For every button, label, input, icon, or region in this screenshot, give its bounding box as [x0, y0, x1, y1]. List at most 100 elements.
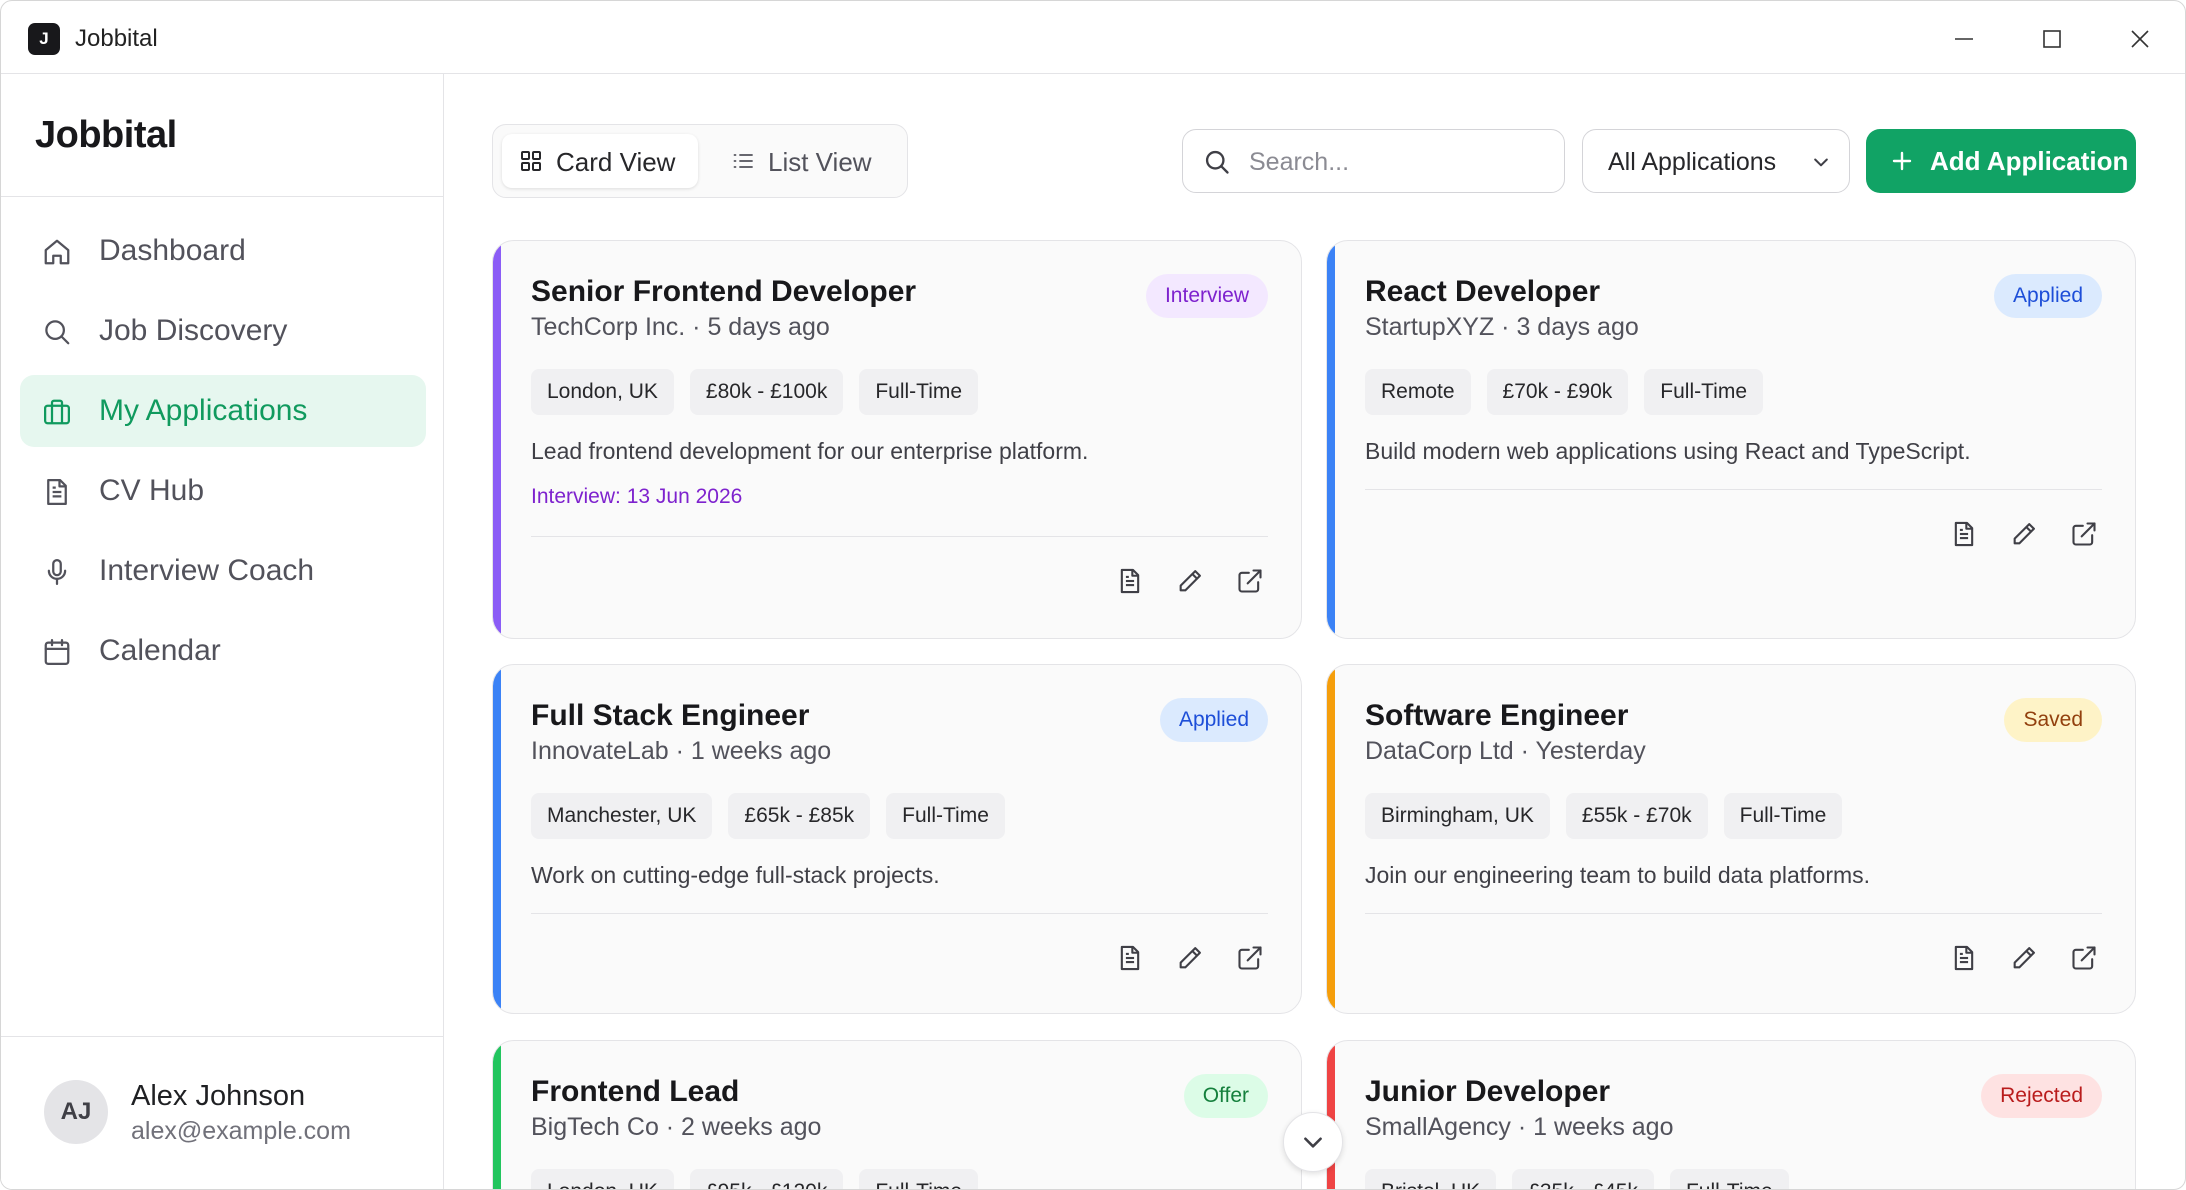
tag-list: London, UK £80k - £100k Full-Time: [531, 369, 979, 415]
job-type-tag: Full-Time: [859, 369, 979, 415]
add-application-label: Add Application: [1930, 146, 2129, 176]
application-card[interactable]: Software Engineer DataCorp Ltd · Yesterda…: [1326, 664, 2136, 1014]
salary-tag: £65k - £85k: [728, 793, 871, 839]
status-accent-bar: [493, 1041, 501, 1189]
document-icon: [1954, 521, 1974, 547]
job-title: Software Engineer: [1365, 699, 1629, 732]
edit-button[interactable]: [1175, 943, 1205, 973]
document-icon: [1954, 945, 1974, 971]
job-title: Frontend Lead: [531, 1075, 740, 1108]
plus-icon: [1892, 151, 1912, 171]
card-actions: [1115, 943, 1265, 973]
card-actions: [1115, 566, 1265, 596]
search-icon: [45, 320, 70, 345]
document-icon: [47, 479, 67, 505]
close-button[interactable]: [2120, 19, 2160, 59]
open-link-button[interactable]: [2069, 943, 2099, 973]
sidebar: Jobbital Dashboard Job Discovery My Appl…: [1, 74, 444, 1189]
list-view-label: List View: [768, 147, 872, 177]
list-view-button[interactable]: List View: [714, 134, 900, 188]
open-link-button[interactable]: [2069, 519, 2099, 549]
edit-button[interactable]: [1175, 566, 1205, 596]
external-link-icon: [2072, 522, 2096, 546]
close-icon: [2131, 30, 2149, 48]
briefcase-icon: [44, 399, 70, 425]
divider: [1, 196, 444, 197]
sidebar-item-label: Job Discovery: [99, 314, 288, 347]
view-cv-button[interactable]: [1949, 943, 1979, 973]
location-tag: London, UK: [531, 369, 674, 415]
tag-list: Bristol, UK £35k - £45k Full-Time: [1365, 1169, 1789, 1189]
job-type-tag: Full-Time: [1644, 369, 1763, 415]
add-application-button[interactable]: Add Application: [1866, 129, 2136, 193]
job-description: Build modern web applications using Reac…: [1365, 438, 1971, 464]
sidebar-item-interview-coach[interactable]: Interview Coach: [20, 535, 426, 607]
tag-list: London, UK £95k - £120k Full-Time: [531, 1169, 979, 1189]
open-link-button[interactable]: [1235, 943, 1265, 973]
location-tag: Bristol, UK: [1365, 1169, 1497, 1189]
job-title: Senior Frontend Developer: [531, 275, 917, 308]
sidebar-item-dashboard[interactable]: Dashboard: [20, 215, 426, 287]
status-filter-dropdown[interactable]: All Applications: [1582, 129, 1850, 193]
pencil-icon: [2013, 947, 2035, 969]
job-description: Lead frontend development for our enterp…: [531, 438, 1089, 464]
app-icon: J: [28, 23, 60, 55]
tag-list: Remote £70k - £90k Full-Time: [1365, 369, 1763, 415]
minimize-button[interactable]: [1944, 19, 1984, 59]
filter-selected-value: All Applications: [1608, 148, 1777, 176]
avatar[interactable]: AJ: [44, 1080, 108, 1144]
maximize-button[interactable]: [2032, 19, 2072, 59]
user-email: alex@example.com: [131, 1117, 351, 1145]
app-window: J Jobbital Jobbital Dashboard Job Discov…: [0, 0, 2186, 1190]
job-title: Full Stack Engineer: [531, 699, 810, 732]
status-accent-bar: [1327, 241, 1335, 638]
tag-list: Birmingham, UK £55k - £70k Full-Time: [1365, 793, 1843, 839]
job-title: Junior Developer: [1365, 1075, 1611, 1108]
sidebar-item-label: Interview Coach: [99, 554, 315, 587]
status-badge: Applied: [1159, 698, 1268, 742]
card-view-label: Card View: [556, 147, 676, 177]
sidebar-item-label: CV Hub: [99, 474, 205, 507]
card-actions: [1949, 943, 2099, 973]
maximize-icon: [2043, 30, 2061, 48]
divider: [531, 913, 1268, 914]
view-cv-button[interactable]: [1115, 943, 1145, 973]
sidebar-item-my-applications[interactable]: My Applications: [20, 375, 426, 447]
status-accent-bar: [493, 241, 501, 638]
company-and-date: TechCorp Inc. · 5 days ago: [531, 313, 830, 341]
sidebar-item-calendar[interactable]: Calendar: [20, 615, 426, 687]
application-card[interactable]: Junior Developer SmallAgency · 1 weeks ag…: [1326, 1040, 2136, 1189]
external-link-icon: [2072, 946, 2096, 970]
view-cv-button[interactable]: [1949, 519, 1979, 549]
document-icon: [1120, 568, 1140, 594]
edit-button[interactable]: [2009, 519, 2039, 549]
salary-tag: £35k - £45k: [1512, 1169, 1654, 1189]
calendar-icon: [44, 639, 70, 665]
company-and-date: StartupXYZ · 3 days ago: [1365, 313, 1639, 341]
view-toggle: Card View List View: [492, 124, 908, 198]
view-cv-button[interactable]: [1115, 566, 1145, 596]
pencil-icon: [2013, 523, 2035, 545]
sidebar-item-label: Calendar: [99, 634, 221, 667]
application-card[interactable]: Frontend Lead BigTech Co · 2 weeks ago Off…: [492, 1040, 1302, 1189]
sidebar-item-job-discovery[interactable]: Job Discovery: [20, 295, 426, 367]
application-card[interactable]: Senior Frontend Developer TechCorp Inc. ·…: [492, 240, 1302, 639]
interview-date: Interview: 13 Jun 2026: [531, 485, 743, 508]
company-and-date: DataCorp Ltd · Yesterday: [1365, 737, 1646, 765]
brand-logo[interactable]: Jobbital: [35, 114, 177, 157]
salary-tag: £80k - £100k: [689, 369, 844, 415]
search-icon: [1205, 150, 1229, 174]
application-card[interactable]: Full Stack Engineer InnovateLab · 1 weeks…: [492, 664, 1302, 1014]
location-tag: Manchester, UK: [531, 793, 713, 839]
microphone-icon: [47, 559, 67, 585]
application-card[interactable]: React Developer StartupXYZ · 3 days ago Ap…: [1326, 240, 2136, 639]
salary-tag: £95k - £120k: [689, 1169, 844, 1189]
divider: [1365, 489, 2102, 490]
company-and-date: InnovateLab · 1 weeks ago: [531, 737, 832, 765]
search-input[interactable]: [1249, 143, 1549, 181]
scroll-down-button[interactable]: [1283, 1112, 1343, 1172]
card-view-button[interactable]: Card View: [502, 134, 698, 188]
sidebar-item-cv-hub[interactable]: CV Hub: [20, 455, 426, 527]
open-link-button[interactable]: [1235, 566, 1265, 596]
edit-button[interactable]: [2009, 943, 2039, 973]
